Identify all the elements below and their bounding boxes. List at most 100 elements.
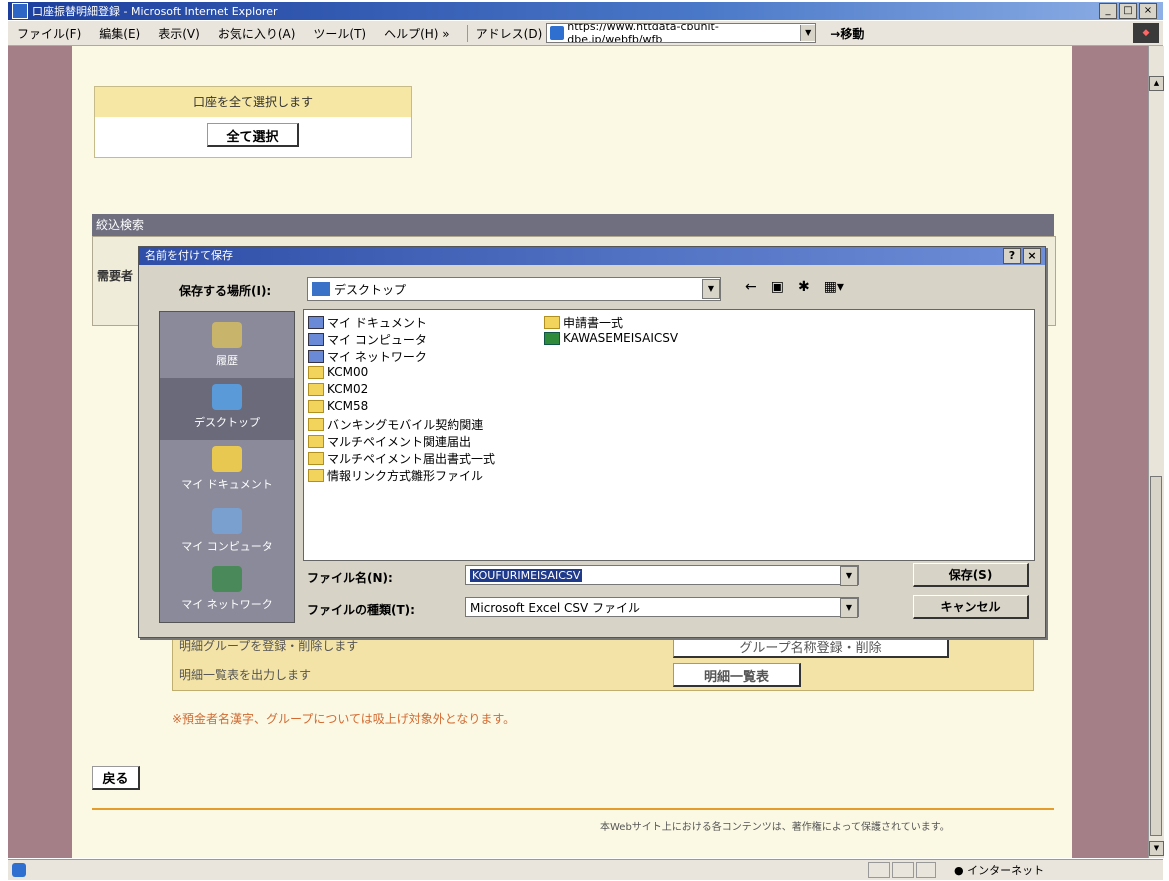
menu-favorites[interactable]: お気に入り(A) [209,25,305,42]
save-in-value: デスクトップ [334,282,407,297]
menu-view[interactable]: 表示(V) [149,25,209,42]
window-title: 口座振替明細登録 - Microsoft Internet Explorer [32,5,278,18]
select-all-caption: 口座を全て選択します [95,87,411,117]
filter-label: 需要者 [97,269,134,283]
detail-list-button[interactable]: 明細一覧表 [673,663,801,687]
list-text: 明細一覧表を出力します [179,668,312,682]
ie-icon [12,3,28,19]
back-icon[interactable]: ← [745,279,757,295]
list-item[interactable]: マルチペイメント関連届出 [308,433,471,450]
status-cell [892,862,914,878]
list-item[interactable]: KCM02 [308,382,368,396]
help-button[interactable]: ? [1003,248,1021,264]
desktop-icon [312,282,330,296]
desktop-icon [212,384,242,410]
documents-icon [308,316,324,329]
folder-icon [308,418,324,431]
select-all-panel: 口座を全て選択します 全て選択 [94,86,412,158]
list-item[interactable]: マイ コンピュータ [308,331,427,348]
chevron-down-icon[interactable]: ▼ [840,598,858,618]
filename-label: ファイル名(N): [307,571,393,585]
folder-icon [308,452,324,465]
list-row: 明細一覧表を出力します 明細一覧表 [172,660,1034,691]
address-input[interactable]: https://www.nttdata-cbunit-dbe.jp/webfb/… [546,23,817,43]
list-item[interactable]: 情報リンク方式雛形ファイル [308,467,483,484]
chevron-down-icon[interactable]: ▼ [840,566,858,586]
place-my-network[interactable]: マイ ネットワーク [160,560,294,622]
save-button[interactable]: 保存(S) [913,563,1029,587]
folder-icon [212,446,242,472]
divider [92,808,1054,810]
folder-icon [308,399,324,413]
list-item[interactable]: マルチペイメント届出書式一式 [308,450,495,467]
list-item[interactable]: KAWASEMEISAICSV [544,331,678,345]
scroll-up-icon[interactable]: ▲ [1149,76,1164,91]
note-text: ※預金者名漢字、グループについては吸上げ対象外となります。 [172,712,516,726]
scroll-thumb[interactable] [1150,476,1162,836]
folder-icon [308,365,324,379]
status-bar: ● インターネット [8,859,1163,880]
place-my-documents[interactable]: マイ ドキュメント [160,440,294,502]
chevron-down-icon[interactable]: ▼ [702,279,720,299]
list-item[interactable]: バンキングモバイル契約関連 [308,416,483,433]
address-dropdown-icon[interactable]: ▼ [800,25,816,41]
places-bar: 履歴 デスクトップ マイ ドキュメント マイ コンピュータ マイ ネットワーク [159,311,295,623]
back-button[interactable]: 戻る [92,766,140,790]
place-desktop[interactable]: デスクトップ [160,378,294,440]
menu-tools[interactable]: ツール(T) [304,25,375,42]
folder-icon [308,382,324,396]
list-item[interactable]: マイ ネットワーク [308,348,427,365]
lock-icon [916,862,936,878]
filetype-label: ファイルの種類(T): [307,603,415,617]
filetype-value: Microsoft Excel CSV ファイル [470,600,641,615]
done-icon [12,863,26,877]
menu-help[interactable]: ヘルプ(H) » [375,25,459,42]
view-menu-icon[interactable]: ▦▾ [824,279,844,295]
history-icon [212,322,242,348]
network-icon [308,350,324,363]
address-label: アドレス(D) [466,24,542,42]
close-button[interactable]: × [1139,3,1157,19]
place-my-computer[interactable]: マイ コンピュータ [160,502,294,564]
folder-icon [308,469,324,482]
dialog-title-bar: 名前を付けて保存 ? × [139,247,1045,265]
filter-heading: 絞込検索 [92,214,1054,236]
folder-icon [544,316,560,329]
copyright-text: 本Webサイト上における各コンテンツは、著作権によって保護されています。 [600,822,950,833]
file-list[interactable]: マイ ドキュメント マイ コンピュータ マイ ネットワーク KCM00 KCM0… [303,309,1035,561]
scroll-down-icon[interactable]: ▼ [1149,841,1164,856]
select-all-button[interactable]: 全て選択 [207,123,299,147]
minimize-button[interactable]: _ [1099,3,1117,19]
save-in-label: 保存する場所(I): [179,284,272,298]
computer-icon [308,333,324,346]
dialog-title: 名前を付けて保存 [145,249,233,262]
list-item[interactable]: KCM00 [308,365,368,379]
menu-edit[interactable]: 編集(E) [90,25,149,42]
list-item[interactable]: KCM58 [308,399,368,413]
place-history[interactable]: 履歴 [160,316,294,378]
vertical-scrollbar[interactable]: ▲ ▼ [1148,46,1164,858]
maximize-button[interactable]: □ [1119,3,1137,19]
computer-icon [212,508,242,534]
filetype-select[interactable]: Microsoft Excel CSV ファイル ▼ [465,597,859,618]
page-icon [550,26,565,40]
save-in-select[interactable]: デスクトップ ▼ [307,277,721,301]
address-url: https://www.nttdata-cbunit-dbe.jp/webfb/… [567,23,719,43]
list-item[interactable]: マイ ドキュメント [308,314,427,331]
filename-input[interactable]: KOUFURIMEISAICSV ▼ [465,565,859,586]
menu-bar: ファイル(F) 編集(E) 表示(V) お気に入り(A) ツール(T) ヘルプ(… [8,21,1163,46]
save-as-dialog: 名前を付けて保存 ? × 保存する場所(I): デスクトップ ▼ ← ▣ ✱ ▦… [138,246,1046,638]
status-cell [868,862,890,878]
filename-value: KOUFURIMEISAICSV [470,568,583,582]
menu-file[interactable]: ファイル(F) [8,25,90,42]
new-folder-icon[interactable]: ✱ [798,279,810,295]
cancel-button[interactable]: キャンセル [913,595,1029,619]
network-icon [212,566,242,592]
list-item[interactable]: 申請書一式 [544,314,623,331]
folder-icon [308,435,324,448]
excel-file-icon [544,331,560,345]
dialog-close-button[interactable]: × [1023,248,1041,264]
windows-logo-icon: ◆ [1133,23,1159,43]
go-button[interactable]: →移動 [830,25,864,42]
up-folder-icon[interactable]: ▣ [771,279,784,295]
